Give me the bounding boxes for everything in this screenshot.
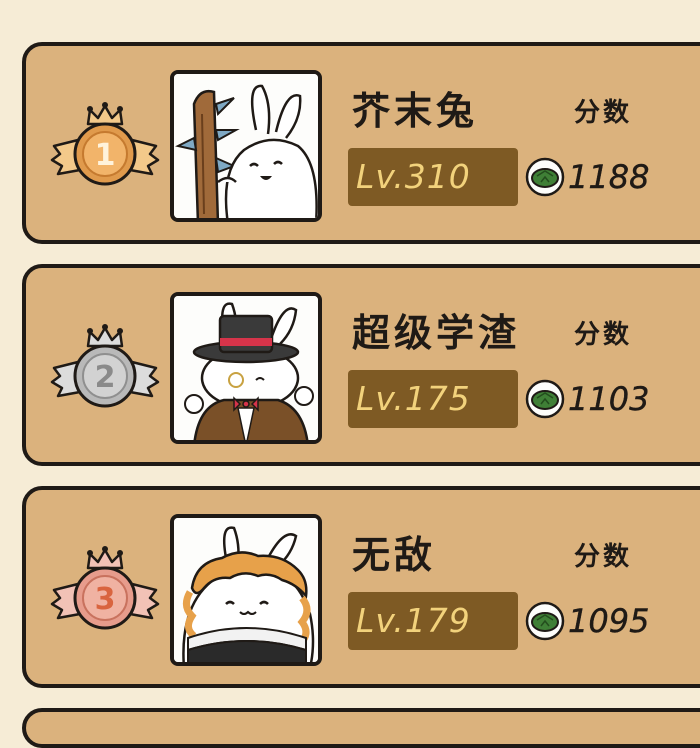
player-level-badge: Lv.175 — [348, 370, 518, 428]
score-row: 1188 — [524, 154, 650, 200]
score-row: 1103 — [524, 376, 650, 422]
player-score: 1103 — [568, 380, 650, 418]
leaderboard-entry-3[interactable]: 3 无敌 分数 Lv.179 1095 — [22, 486, 700, 688]
leaderboard-entry-2[interactable]: 2 超级学渣 分数 Lv.175 1103 — [22, 264, 700, 466]
bunny-with-curly-hair-icon — [174, 518, 318, 662]
player-name: 无敌 — [352, 533, 437, 577]
score-label: 分数 — [574, 542, 633, 572]
player-avatar[interactable] — [170, 292, 322, 444]
player-avatar[interactable] — [170, 514, 322, 666]
medal-rank-number: 1 — [95, 138, 116, 173]
turtle-shell-coin-icon — [525, 601, 565, 641]
score-row: 1095 — [524, 598, 650, 644]
player-level-badge: Lv.179 — [348, 592, 518, 650]
leaderboard-entry-4[interactable] — [22, 708, 700, 748]
score-label: 分数 — [574, 98, 633, 128]
leaderboard-screen: { "leaderboard": { "entries": [ { "rank"… — [0, 0, 700, 748]
gold-medal-icon: 1 — [50, 98, 160, 198]
bunny-with-spiked-club-icon — [174, 74, 318, 218]
player-avatar[interactable] — [170, 70, 322, 222]
turtle-shell-coin-icon — [525, 157, 565, 197]
bronze-medal-icon: 3 — [50, 542, 160, 642]
medal-rank-number: 3 — [95, 582, 116, 617]
player-score: 1095 — [568, 602, 650, 640]
player-name: 芥末兔 — [352, 89, 479, 133]
player-name: 超级学渣 — [352, 311, 521, 355]
silver-medal-icon: 2 — [50, 320, 160, 420]
score-label: 分数 — [574, 320, 633, 350]
leaderboard-entry-1[interactable]: 1 芥末兔 分数 Lv.310 1188 — [22, 42, 700, 244]
player-score: 1188 — [568, 158, 650, 196]
medal-rank-number: 2 — [95, 360, 116, 395]
turtle-shell-coin-icon — [525, 379, 565, 419]
bunny-with-top-hat-icon — [174, 296, 318, 440]
player-level-badge: Lv.310 — [348, 148, 518, 206]
